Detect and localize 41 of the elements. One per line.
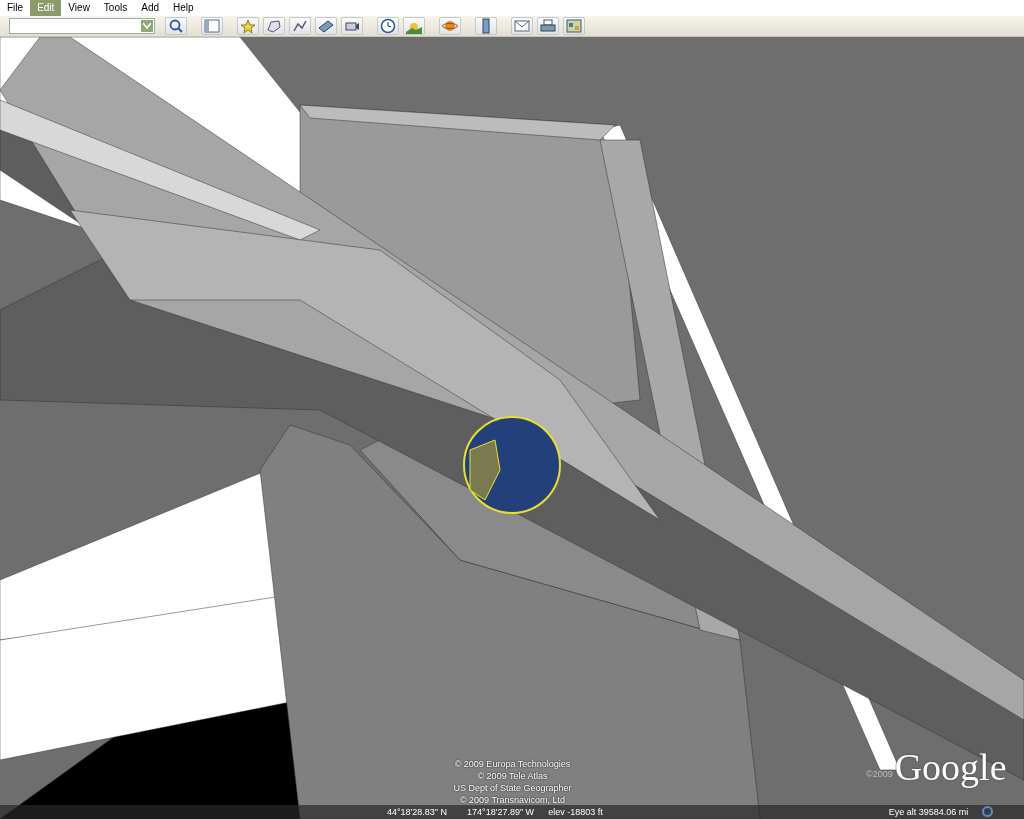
polygon-icon	[266, 18, 282, 34]
path-icon	[292, 18, 308, 34]
logo-copyright: ©2009	[866, 767, 893, 781]
envelope-button[interactable]	[511, 17, 533, 35]
eye-altitude-readout: Eye alt 39584.06 mi	[888, 806, 969, 819]
dropdown-button[interactable]	[141, 20, 153, 32]
search-icon	[168, 18, 184, 34]
longitude-readout: 174°18'27.89" W	[467, 806, 535, 819]
planet-icon	[442, 18, 458, 34]
image-overlay-icon	[318, 18, 334, 34]
status-indicator-icon	[982, 806, 994, 817]
logo-wordmark: Google	[894, 747, 1007, 787]
menu-item[interactable]: File	[0, 0, 31, 16]
copyright-text: © 2009 Europa Technologies	[453, 758, 572, 770]
image-overlay-button[interactable]	[315, 17, 337, 35]
path-button[interactable]	[289, 17, 311, 35]
record-tour-button[interactable]	[341, 17, 363, 35]
copyright-text: © 2009 Transnavicom, Ltd	[458, 794, 567, 806]
copyright-text: US Dept of State Geographer	[452, 782, 573, 794]
caret-icon	[143, 23, 151, 29]
clock-button[interactable]	[377, 17, 399, 35]
panel-icon	[204, 18, 220, 34]
polygon-button[interactable]	[263, 17, 285, 35]
printer-button[interactable]	[537, 17, 559, 35]
menu-item[interactable]: View	[61, 0, 97, 16]
menu-item[interactable]: Help	[166, 0, 201, 16]
planet-button[interactable]	[439, 17, 461, 35]
sunlight-button[interactable]	[403, 17, 425, 35]
copyright-text: © 2009 Tele Atlas	[476, 770, 549, 782]
pushpin-button[interactable]	[237, 17, 259, 35]
ruler-button[interactable]	[475, 17, 497, 35]
clock-icon	[380, 18, 396, 34]
search-field[interactable]	[9, 18, 155, 34]
envelope-icon	[514, 18, 530, 34]
menu-item[interactable]: Tools	[96, 0, 135, 16]
latitude-readout: 44°18'28.83" N	[387, 806, 448, 819]
elevation-readout: elev -18803 ft	[548, 806, 603, 819]
map-button[interactable]	[563, 17, 585, 35]
map-icon	[566, 18, 582, 34]
search-button[interactable]	[165, 17, 187, 35]
menu-item[interactable]: Add	[134, 0, 166, 16]
